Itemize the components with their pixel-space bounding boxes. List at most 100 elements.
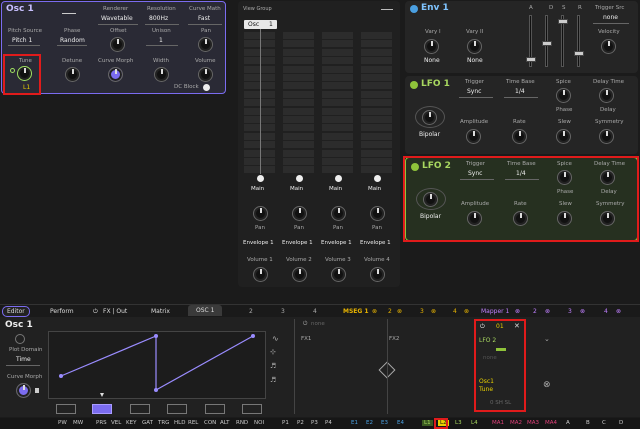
shape-pulse-button[interactable] <box>242 404 262 414</box>
fx-slot[interactable] <box>322 57 353 65</box>
fx-slot[interactable] <box>361 40 392 48</box>
shape-ramp-button[interactable] <box>130 404 150 414</box>
fx-slot[interactable] <box>322 99 353 107</box>
lfo1-shape-knob[interactable] <box>422 110 437 125</box>
shape-saw-button[interactable] <box>92 404 112 414</box>
vg-volume-knob[interactable] <box>370 267 385 282</box>
mod-source-vel[interactable]: VEL <box>111 420 121 426</box>
fx-slot[interactable] <box>361 107 392 115</box>
tab-mapper3[interactable]: 3 <box>568 308 572 315</box>
tab-mseg1[interactable]: MSEG 1 <box>343 308 369 315</box>
wave-plot[interactable] <box>48 331 266 399</box>
power-icon[interactable]: ⏻ <box>93 308 98 316</box>
vg-envelope[interactable]: Envelope 1 <box>321 240 352 247</box>
volume-knob[interactable] <box>198 67 213 82</box>
mod-source-rnd[interactable]: RND <box>236 420 248 426</box>
fx-slot[interactable] <box>283 82 314 90</box>
mod-source-d[interactable]: D <box>619 420 623 426</box>
mod-source-prs[interactable]: PRS <box>96 420 107 426</box>
fx-slot[interactable] <box>322 48 353 56</box>
fx-none-1[interactable]: none <box>311 321 325 328</box>
vg-pan-knob[interactable] <box>292 206 307 221</box>
fx-slot[interactable] <box>361 132 392 140</box>
vg-envelope[interactable]: Envelope 1 <box>360 240 391 247</box>
fx-slot[interactable] <box>283 116 314 123</box>
vg-pan-knob[interactable] <box>331 206 346 221</box>
lfo1-rate-knob[interactable] <box>512 129 527 144</box>
fx-slot[interactable] <box>322 141 353 149</box>
fx-slot[interactable] <box>283 141 314 149</box>
mod-source-l1[interactable]: L1 <box>422 420 433 426</box>
shape-sine-button[interactable] <box>167 404 187 414</box>
main-output[interactable]: Main <box>290 186 303 193</box>
fx-power-icon[interactable]: ⏻ <box>303 321 307 328</box>
fx-slot[interactable] <box>283 124 314 132</box>
main-output[interactable]: Main <box>329 186 342 193</box>
mod-param[interactable]: Tune <box>479 387 493 393</box>
fx-slot[interactable] <box>322 149 353 157</box>
tab-mseg3[interactable]: 3 <box>420 308 424 315</box>
wave-fx2-icon[interactable]: ♬ <box>270 377 276 384</box>
mod-source-noi[interactable]: NOI <box>254 420 264 426</box>
release-fader-cap[interactable] <box>574 51 584 56</box>
tab-fxout[interactable]: FX | Out <box>103 308 127 315</box>
mod-source-mw[interactable]: MW <box>73 420 83 426</box>
tab-perform[interactable]: Perform <box>50 308 74 315</box>
lfo1-slew-knob[interactable] <box>556 129 571 144</box>
renderer-value[interactable]: Wavetable <box>101 16 133 22</box>
fx-slot[interactable] <box>283 90 314 98</box>
mod-source-p3[interactable]: P3 <box>311 420 318 426</box>
plotdomain-value[interactable]: Time <box>16 357 31 363</box>
mod-source-ma4[interactable]: MA4 <box>545 420 557 426</box>
mod-source-alt[interactable]: ALT <box>220 420 229 426</box>
trigsrc-value[interactable]: none <box>603 15 618 21</box>
mod-source-l3[interactable]: L3 <box>455 420 462 426</box>
main-output[interactable]: Main <box>368 186 381 193</box>
fx-slot[interactable] <box>322 40 353 48</box>
tab-matrix[interactable]: Matrix <box>151 308 170 315</box>
tab-mapper1[interactable]: Mapper 1 <box>481 308 509 315</box>
fx-slot[interactable] <box>283 166 314 174</box>
mod-source-con[interactable]: CON <box>204 420 216 426</box>
attack-fader-cap[interactable] <box>526 57 536 62</box>
fx-slot[interactable] <box>361 74 392 81</box>
fx-slot[interactable] <box>283 65 314 73</box>
wave-fx-icon[interactable]: ⊹ <box>270 349 276 356</box>
wave-shape-icon[interactable]: ∿ <box>272 335 279 343</box>
curvemath-value[interactable]: Fast <box>198 16 210 22</box>
sustain-fader-cap[interactable] <box>558 19 568 24</box>
tab-editor[interactable]: Editor <box>2 306 30 317</box>
fx-slot[interactable] <box>361 90 392 98</box>
unison-value[interactable]: 1 <box>159 38 163 44</box>
tab-mseg4[interactable]: 4 <box>453 308 457 315</box>
mod-source-l4[interactable]: L4 <box>471 420 478 426</box>
tab-osc1[interactable]: OSC 1 <box>188 305 223 316</box>
mod-flags[interactable]: 0 SH SL <box>490 400 511 407</box>
fx-slot[interactable] <box>283 32 314 39</box>
fx-slot[interactable] <box>322 132 353 140</box>
mod-source-gat[interactable]: GAT <box>142 420 153 426</box>
tab-mapper4[interactable]: 4 <box>604 308 608 315</box>
fx-slot[interactable] <box>361 99 392 107</box>
mod-source-key[interactable]: KEY <box>126 420 136 426</box>
tab-mseg2[interactable]: 2 <box>388 308 392 315</box>
fx-slot[interactable] <box>322 90 353 98</box>
fx-slot[interactable] <box>361 124 392 132</box>
detune-knob[interactable] <box>65 67 80 82</box>
mod-source-ma1[interactable]: MA1 <box>492 420 504 426</box>
vg-envelope[interactable]: Envelope 1 <box>243 240 274 247</box>
release-fader[interactable] <box>577 15 580 67</box>
mod-source-b[interactable]: B <box>586 420 590 426</box>
pan-knob[interactable] <box>198 37 213 52</box>
decay-fader-cap[interactable] <box>542 41 552 46</box>
fx-slot[interactable] <box>322 74 353 81</box>
fx-slot[interactable] <box>322 116 353 123</box>
fx-slot[interactable] <box>361 166 392 174</box>
resolution-value[interactable]: 800Hz <box>149 16 168 22</box>
mod-source-e1[interactable]: E1 <box>351 420 358 426</box>
route-dot[interactable] <box>257 175 264 182</box>
offset-knob[interactable] <box>110 37 125 52</box>
plotdomain-knob[interactable] <box>15 334 25 344</box>
lfo1-spice-knob[interactable] <box>556 88 571 103</box>
vary2-knob[interactable] <box>467 39 482 54</box>
